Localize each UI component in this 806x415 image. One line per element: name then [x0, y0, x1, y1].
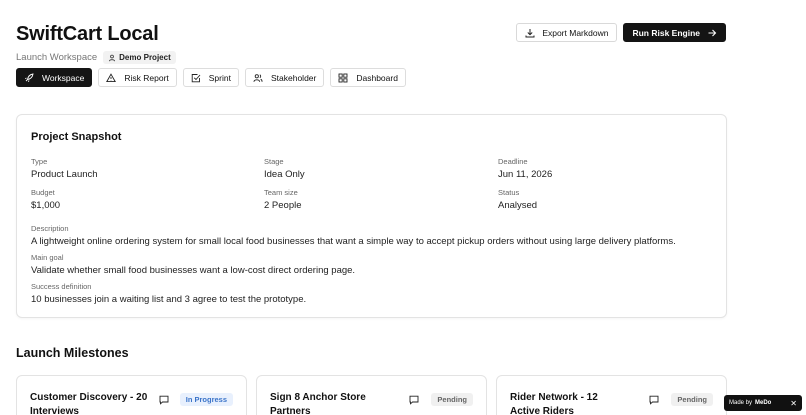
deadline-value: Jun 11, 2026 — [498, 169, 553, 180]
users-icon — [253, 73, 263, 82]
status-value: Analysed — [498, 200, 538, 211]
page-subtitle: Launch Workspace — [16, 52, 98, 63]
warning-triangle-icon — [106, 72, 117, 82]
checkbox-icon — [191, 73, 201, 82]
comment-icon[interactable] — [649, 395, 659, 405]
export-markdown-label: Export Markdown — [542, 27, 609, 38]
tab-workspace[interactable]: Workspace — [16, 68, 93, 87]
description-label: Description — [31, 224, 69, 233]
top-actions: Export Markdown Run Risk Engine — [516, 23, 726, 42]
project-snapshot-card: Project Snapshot Type Product Launch Sta… — [16, 114, 727, 318]
budget-value: $1,000 — [31, 200, 61, 211]
main-goal-value: Validate whether small food businesses w… — [31, 265, 356, 276]
launch-milestones-heading: Launch Milestones — [16, 346, 129, 360]
team-size-label: Team size — [264, 188, 298, 197]
milestone-card[interactable]: Customer Discovery - 20 Interviews In Pr… — [16, 375, 247, 415]
milestone-title: Sign 8 Anchor Store Partners — [270, 392, 366, 415]
type-label: Type — [31, 157, 48, 166]
made-by-badge[interactable]: Made by MeDo ✕ — [724, 395, 802, 411]
page-subtitle-row: Launch Workspace Demo Project — [16, 51, 176, 64]
main-goal-label: Main goal — [31, 253, 64, 262]
user-icon — [109, 54, 116, 61]
success-definition-label: Success definition — [31, 282, 92, 291]
milestone-title: Rider Network - 12 Active Riders — [510, 392, 598, 415]
team-size-field: Team size 2 People — [264, 188, 302, 212]
tab-label: Workspace — [42, 72, 85, 83]
project-snapshot-title: Project Snapshot — [31, 131, 122, 143]
tab-stakeholder[interactable]: Stakeholder — [244, 68, 325, 87]
tab-label: Stakeholder — [270, 72, 317, 83]
badge-label: Demo Project — [119, 53, 171, 62]
run-risk-engine-label: Run Risk Engine — [632, 27, 700, 38]
page-title: SwiftCart Local — [16, 23, 159, 45]
success-definition-value: 10 businesses join a waiting list and 3 … — [31, 294, 307, 305]
stage-field: Stage Idea Only — [264, 157, 305, 181]
milestone-card[interactable]: Sign 8 Anchor Store Partners Pending — [256, 375, 487, 415]
milestone-card[interactable]: Rider Network - 12 Active Riders Pending — [496, 375, 727, 415]
milestone-title: Customer Discovery - 20 Interviews — [30, 392, 148, 415]
tab-label: Sprint — [208, 72, 231, 83]
arrow-right-icon — [708, 29, 717, 36]
page-header: SwiftCart Local Launch Workspace Demo Pr… — [16, 22, 176, 64]
status-badge: Pending — [671, 393, 713, 406]
status-field: Status Analysed — [498, 188, 537, 212]
run-risk-engine-button[interactable]: Run Risk Engine — [623, 23, 726, 42]
type-value: Product Launch — [31, 169, 98, 180]
tab-dashboard[interactable]: Dashboard — [330, 68, 406, 87]
tab-bar: Workspace Risk Report Sprint Stakeholder… — [16, 68, 406, 87]
made-by-brand: MeDo — [755, 400, 772, 406]
tab-label: Dashboard — [356, 72, 398, 83]
stage-label: Stage — [264, 157, 284, 166]
export-markdown-button[interactable]: Export Markdown — [516, 23, 618, 42]
stage-value: Idea Only — [264, 169, 305, 180]
tab-label: Risk Report — [124, 72, 169, 83]
close-icon[interactable]: ✕ — [790, 399, 797, 408]
budget-label: Budget — [31, 188, 55, 197]
team-size-value: 2 People — [264, 200, 302, 211]
deadline-label: Deadline — [498, 157, 528, 166]
main-goal-field: Main goal Validate whether small food bu… — [31, 253, 355, 277]
tab-sprint[interactable]: Sprint — [182, 68, 239, 87]
grid-icon — [338, 73, 348, 82]
success-definition-field: Success definition 10 businesses join a … — [31, 282, 306, 306]
description-field: Description A lightweight online orderin… — [31, 224, 676, 248]
rocket-icon — [25, 72, 34, 82]
demo-project-badge: Demo Project — [103, 51, 176, 64]
status-badge: In Progress — [179, 393, 233, 406]
description-value: A lightweight online ordering system for… — [31, 236, 676, 247]
made-by-prefix: Made by — [729, 400, 753, 406]
budget-field: Budget $1,000 — [31, 188, 60, 212]
status-label: Status — [498, 188, 520, 197]
tab-risk-report[interactable]: Risk Report — [98, 68, 177, 87]
deadline-field: Deadline Jun 11, 2026 — [498, 157, 552, 181]
comment-icon[interactable] — [159, 395, 169, 405]
type-field: Type Product Launch — [31, 157, 98, 181]
download-icon — [525, 28, 535, 37]
comment-icon[interactable] — [409, 395, 419, 405]
status-badge: Pending — [431, 393, 473, 406]
